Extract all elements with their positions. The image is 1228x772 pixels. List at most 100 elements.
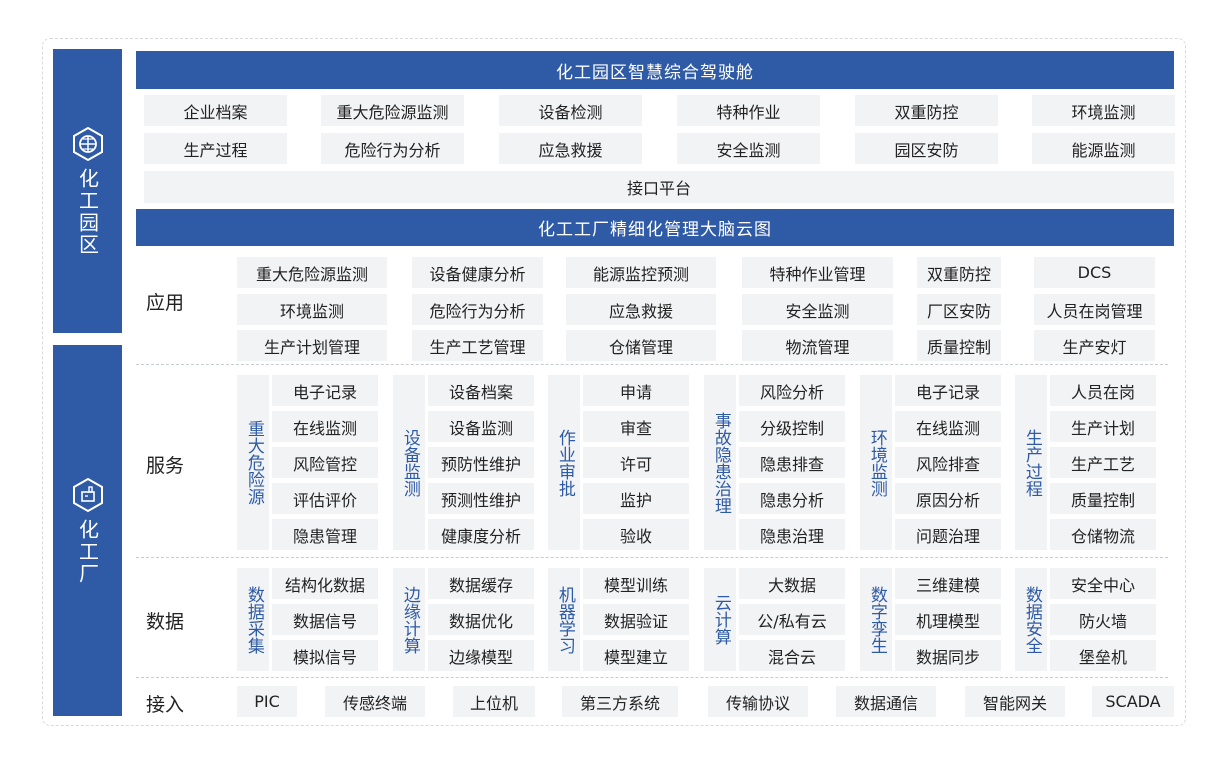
access-item: SCADA bbox=[1092, 686, 1174, 717]
data-item: 数据信号 bbox=[272, 604, 378, 635]
data-item: 公/私有云 bbox=[739, 604, 845, 635]
service-category-label: 重大危险源 bbox=[243, 420, 264, 505]
application-item: 安全监测 bbox=[742, 294, 893, 325]
park-item: 环境监测 bbox=[1032, 95, 1175, 126]
data-item: 模型建立 bbox=[583, 640, 689, 671]
service-item: 隐患排查 bbox=[739, 447, 845, 478]
sidebar-park-label: 化工园区 bbox=[75, 168, 100, 256]
access-item: 第三方系统 bbox=[562, 686, 678, 717]
service-category: 重大危险源 bbox=[237, 375, 269, 550]
park-item: 危险行为分析 bbox=[321, 133, 464, 164]
data-item: 数据验证 bbox=[583, 604, 689, 635]
data-item: 模型训练 bbox=[583, 568, 689, 599]
service-category-label: 设备监测 bbox=[399, 428, 420, 497]
divider bbox=[136, 557, 1168, 558]
service-item: 许可 bbox=[583, 447, 689, 478]
service-item: 隐患分析 bbox=[739, 483, 845, 514]
application-item: 危险行为分析 bbox=[412, 294, 543, 325]
service-item: 设备监测 bbox=[428, 411, 534, 442]
service-item: 验收 bbox=[583, 519, 689, 550]
service-item: 健康度分析 bbox=[428, 519, 534, 550]
service-item: 仓储物流 bbox=[1050, 519, 1156, 550]
data-item: 机理模型 bbox=[895, 604, 1001, 635]
data-item: 数据同步 bbox=[895, 640, 1001, 671]
data-item: 数据缓存 bbox=[428, 568, 534, 599]
data-category-label: 云计算 bbox=[710, 594, 731, 645]
access-item: 数据通信 bbox=[836, 686, 936, 717]
service-item: 原因分析 bbox=[895, 483, 1001, 514]
application-item: 物流管理 bbox=[742, 330, 893, 361]
row-label-service: 服务 bbox=[146, 455, 185, 477]
service-category: 事故隐患治理 bbox=[704, 375, 736, 550]
data-category-label: 数字孪生 bbox=[866, 585, 887, 654]
data-category-label: 数据采集 bbox=[243, 585, 264, 654]
application-item: 双重防控 bbox=[917, 257, 1001, 288]
service-category: 环境监测 bbox=[860, 375, 892, 550]
service-item: 分级控制 bbox=[739, 411, 845, 442]
service-item: 电子记录 bbox=[895, 375, 1001, 406]
service-item: 设备档案 bbox=[428, 375, 534, 406]
park-title-bar: 化工园区智慧综合驾驶舱 bbox=[136, 51, 1174, 89]
service-item: 申请 bbox=[583, 375, 689, 406]
application-item: DCS bbox=[1034, 257, 1155, 288]
data-category-label: 数据安全 bbox=[1021, 585, 1042, 654]
data-item: 结构化数据 bbox=[272, 568, 378, 599]
sidebar-park: 化工园区 bbox=[53, 49, 122, 333]
data-item: 模拟信号 bbox=[272, 640, 378, 671]
park-item: 重大危险源监测 bbox=[321, 95, 464, 126]
service-item: 预测性维护 bbox=[428, 483, 534, 514]
service-item: 人员在岗 bbox=[1050, 375, 1156, 406]
hexagon-grid-icon bbox=[72, 126, 103, 162]
application-item: 生产安灯 bbox=[1034, 330, 1155, 361]
service-item: 隐患治理 bbox=[739, 519, 845, 550]
service-category-label: 生产过程 bbox=[1021, 428, 1042, 497]
service-item: 生产工艺 bbox=[1050, 447, 1156, 478]
access-item: 传感终端 bbox=[325, 686, 425, 717]
data-category: 机器学习 bbox=[548, 568, 580, 671]
service-category-label: 作业审批 bbox=[554, 428, 575, 497]
park-item: 双重防控 bbox=[855, 95, 998, 126]
data-item: 边缘模型 bbox=[428, 640, 534, 671]
hexagon-factory-icon bbox=[72, 477, 103, 512]
service-category-label: 环境监测 bbox=[866, 428, 887, 497]
service-item: 在线监测 bbox=[272, 411, 378, 442]
application-item: 生产工艺管理 bbox=[412, 330, 543, 361]
park-item: 设备检测 bbox=[499, 95, 642, 126]
sidebar-factory-label: 化工厂 bbox=[75, 518, 100, 585]
data-item: 安全中心 bbox=[1050, 568, 1156, 599]
data-item: 数据优化 bbox=[428, 604, 534, 635]
access-item: PIC bbox=[237, 686, 297, 717]
data-category: 数据安全 bbox=[1015, 568, 1047, 671]
data-category: 数据采集 bbox=[237, 568, 269, 671]
application-item: 仓储管理 bbox=[566, 330, 716, 361]
application-item: 设备健康分析 bbox=[412, 257, 543, 288]
data-item: 防火墙 bbox=[1050, 604, 1156, 635]
service-item: 电子记录 bbox=[272, 375, 378, 406]
application-item: 应急救援 bbox=[566, 294, 716, 325]
data-category: 云计算 bbox=[704, 568, 736, 671]
service-item: 生产计划 bbox=[1050, 411, 1156, 442]
park-item: 企业档案 bbox=[144, 95, 287, 126]
data-item: 三维建模 bbox=[895, 568, 1001, 599]
service-item: 监护 bbox=[583, 483, 689, 514]
access-item: 传输协议 bbox=[708, 686, 808, 717]
data-item: 混合云 bbox=[739, 640, 845, 671]
row-label-data: 数据 bbox=[146, 611, 185, 633]
service-item: 质量控制 bbox=[1050, 483, 1156, 514]
application-item: 特种作业管理 bbox=[742, 257, 893, 288]
application-item: 环境监测 bbox=[237, 294, 387, 325]
service-category: 作业审批 bbox=[548, 375, 580, 550]
row-label-application: 应用 bbox=[146, 292, 185, 314]
service-item: 风险排查 bbox=[895, 447, 1001, 478]
park-item: 特种作业 bbox=[677, 95, 820, 126]
park-item: 生产过程 bbox=[144, 133, 287, 164]
application-item: 重大危险源监测 bbox=[237, 257, 387, 288]
park-item: 园区安防 bbox=[855, 133, 998, 164]
sidebar-factory: 化工厂 bbox=[53, 345, 122, 716]
park-item: 安全监测 bbox=[677, 133, 820, 164]
application-item: 质量控制 bbox=[917, 330, 1001, 361]
service-category-label: 事故隐患治理 bbox=[710, 411, 731, 514]
service-item: 风险管控 bbox=[272, 447, 378, 478]
access-item: 智能网关 bbox=[965, 686, 1065, 717]
data-item: 堡垒机 bbox=[1050, 640, 1156, 671]
